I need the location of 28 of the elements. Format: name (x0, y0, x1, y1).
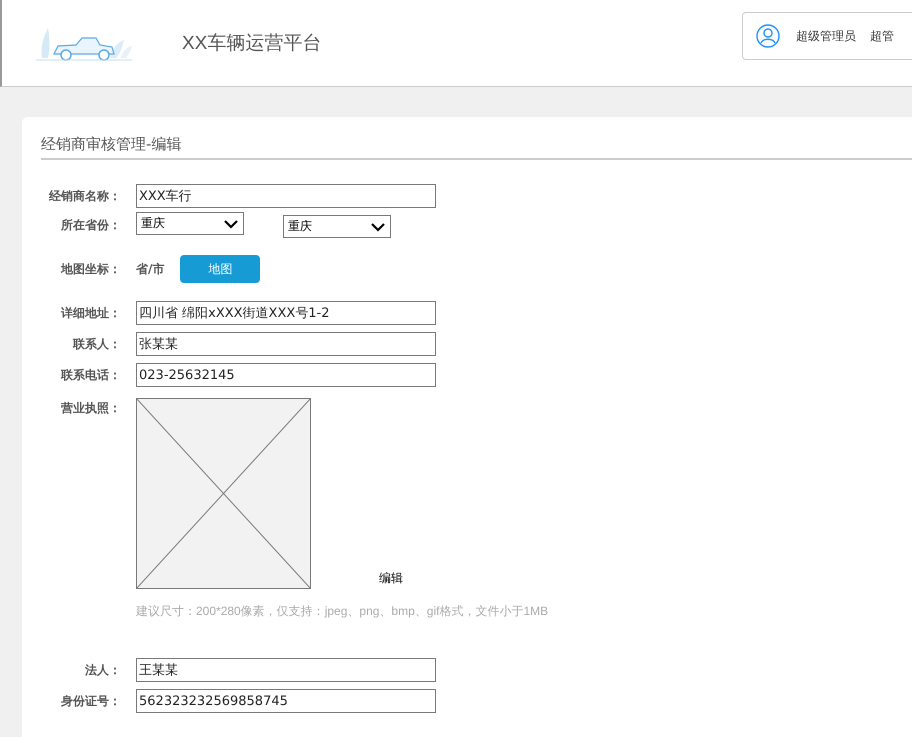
field-label: 经销商名称： (48, 188, 121, 204)
field-label: 地图坐标： (60, 260, 121, 278)
field-label: 联系电话： (60, 366, 121, 384)
site-title: XX车辆运营平台 (182, 32, 322, 56)
user-name[interactable]: 超级管理员 (796, 28, 856, 44)
edit-link[interactable]: 编辑 (379, 570, 403, 587)
input-field[interactable]: 王某某 (136, 658, 436, 682)
dropdown[interactable]: 重庆 (136, 212, 244, 235)
image-placeholder[interactable] (136, 398, 311, 589)
input-field[interactable]: 张某某 (136, 332, 436, 356)
upload-hint: 建议尺寸：200*280像素，仅支持：jpeg、png、bmp、gif格式，文件小于1MB (136, 603, 548, 620)
field-label: 联系人： (72, 336, 121, 352)
input-field[interactable]: 562323232569858745 (136, 689, 436, 713)
user-role: 超管 (870, 28, 894, 44)
dropdown[interactable]: 重庆 (283, 215, 391, 238)
field-label: 身份证号： (60, 692, 121, 710)
field-label: 法人： (84, 662, 121, 678)
chevron-down-icon (223, 218, 239, 228)
field-label: 所在省份： (60, 216, 121, 234)
input-field[interactable]: 四川省 绵阳xXXX街道XXX号1-2 (136, 301, 436, 325)
page-title: 经销商审核管理-编辑 (41, 134, 182, 155)
input-field[interactable]: XXX车行 (136, 184, 436, 208)
user-icon[interactable] (756, 24, 780, 48)
field-label: 营业执照： (60, 400, 121, 417)
field-label: 详细地址： (60, 304, 121, 322)
region-text: 省/市 (136, 260, 164, 278)
input-field[interactable]: 023-25632145 (136, 363, 436, 387)
chevron-down-icon (370, 222, 386, 232)
